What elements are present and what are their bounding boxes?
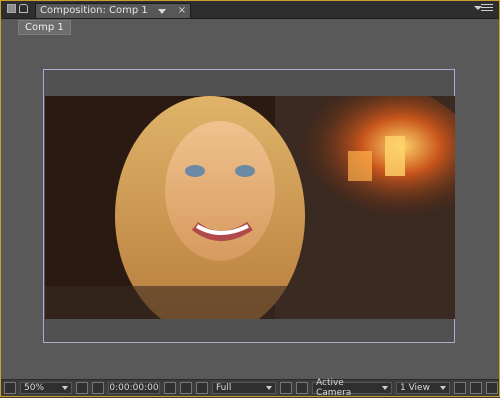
grid-icon[interactable] bbox=[76, 382, 88, 394]
region-of-interest-icon[interactable] bbox=[280, 382, 292, 394]
camera-icon[interactable] bbox=[164, 382, 176, 394]
zoom-value: 50% bbox=[24, 383, 45, 393]
always-preview-icon[interactable] bbox=[4, 382, 16, 394]
chevron-down-icon[interactable] bbox=[157, 8, 166, 14]
composition-panel: Composition: Comp 1 × Comp 1 50% 0:00:00… bbox=[0, 0, 500, 398]
timecode[interactable]: 0:00:00:00 bbox=[108, 382, 160, 394]
viewer-controls: 50% 0:00:00:00 Full Active Camera 1 View bbox=[1, 378, 499, 398]
toggle-view-icon[interactable] bbox=[454, 382, 466, 394]
chevron-down-icon bbox=[440, 386, 446, 390]
composition-viewer[interactable] bbox=[1, 36, 499, 378]
panel-tab-bar: Composition: Comp 1 × bbox=[1, 1, 499, 19]
fast-previews-icon[interactable] bbox=[470, 382, 482, 394]
resolution-dropdown[interactable]: Full bbox=[212, 382, 276, 394]
tab-icons bbox=[7, 4, 28, 13]
panel-icon bbox=[7, 4, 16, 13]
timecode-value: 0:00:00:00 bbox=[109, 383, 159, 393]
breadcrumb-label: Comp 1 bbox=[25, 22, 64, 33]
person-icon[interactable] bbox=[180, 382, 192, 394]
flowchart-icon[interactable] bbox=[486, 382, 498, 394]
view-layout-value: 1 View bbox=[400, 383, 430, 393]
lock-icon[interactable] bbox=[19, 4, 28, 13]
zoom-dropdown[interactable]: 50% bbox=[20, 382, 72, 394]
composition-tab-label: Composition: Comp 1 bbox=[40, 5, 148, 16]
camera-dropdown[interactable]: Active Camera bbox=[312, 378, 392, 398]
camera-value: Active Camera bbox=[316, 378, 352, 398]
rgb-channels-icon[interactable] bbox=[196, 382, 208, 394]
close-icon[interactable]: × bbox=[178, 4, 186, 18]
chevron-down-icon bbox=[266, 386, 272, 390]
preview-image bbox=[45, 96, 455, 319]
chevron-down-icon bbox=[382, 386, 388, 390]
preview-photo bbox=[45, 96, 455, 319]
view-layout-dropdown[interactable]: 1 View bbox=[396, 382, 450, 394]
comp-breadcrumb[interactable]: Comp 1 bbox=[18, 20, 71, 35]
composition-tab[interactable]: Composition: Comp 1 × bbox=[35, 3, 192, 18]
panel-menu-icon[interactable] bbox=[474, 4, 493, 14]
safe-zones-icon[interactable] bbox=[92, 382, 104, 394]
resolution-value: Full bbox=[216, 383, 232, 393]
chevron-down-icon bbox=[62, 386, 68, 390]
transparency-grid-icon[interactable] bbox=[296, 382, 308, 394]
